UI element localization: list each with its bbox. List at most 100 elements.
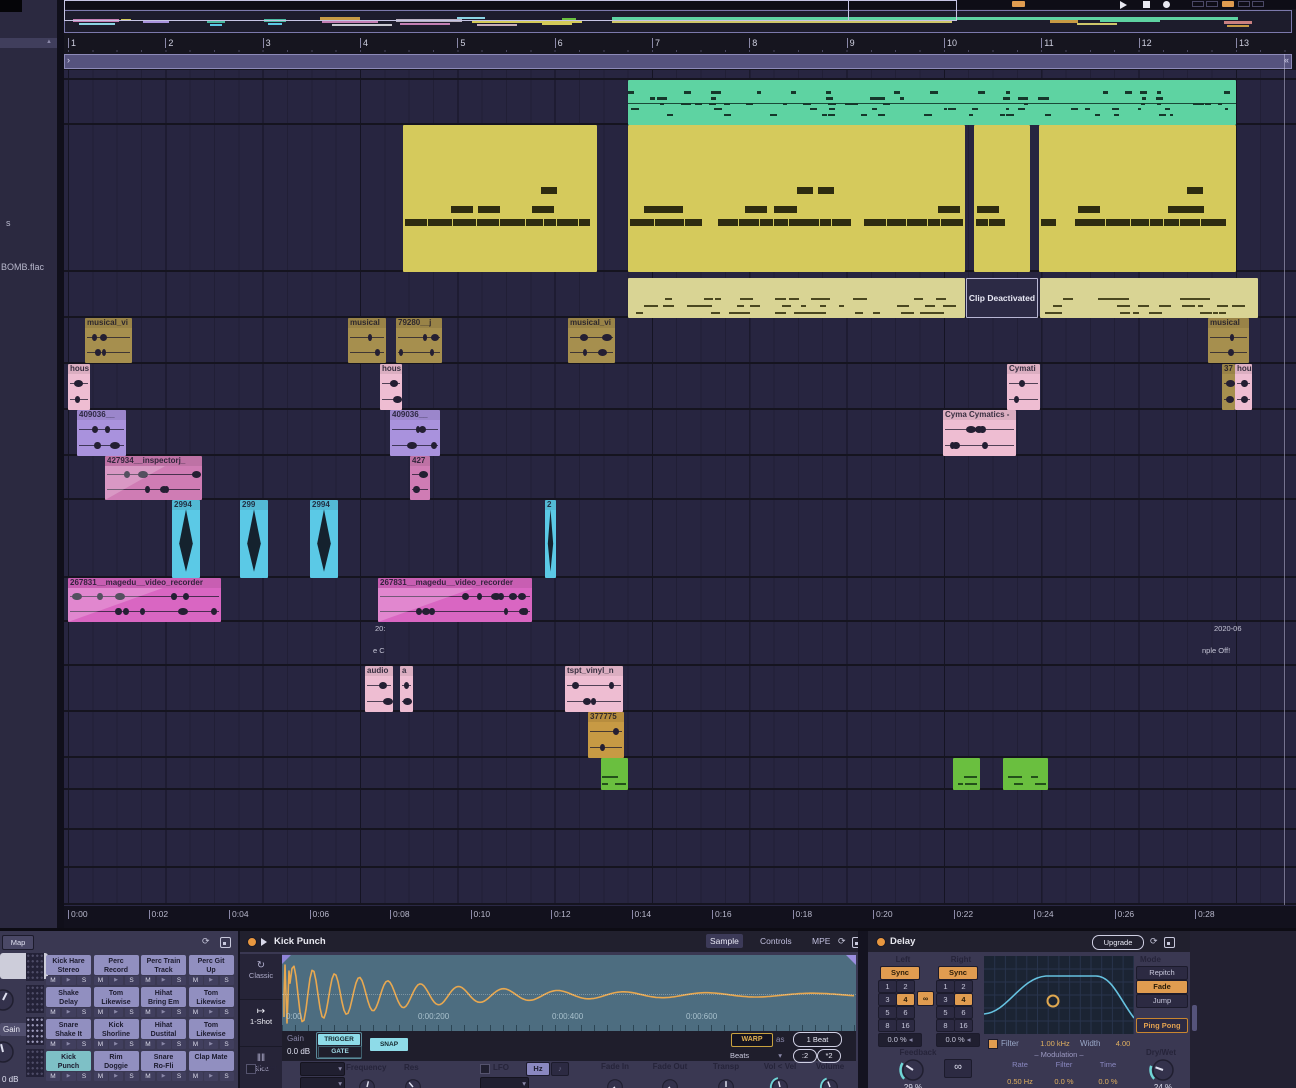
double-tempo-button[interactable]: *2 xyxy=(817,1049,841,1063)
filter-checkbox[interactable] xyxy=(246,1064,256,1074)
pad-mute-button[interactable]: M xyxy=(141,1040,155,1049)
drum-pad-kick-shorline[interactable]: KickShorline xyxy=(94,1019,139,1039)
scrub-area[interactable]: ›« xyxy=(64,54,1292,69)
drum-pad-perc-git-up[interactable]: Perc GitUp xyxy=(189,955,234,975)
clip-299[interactable]: 299 xyxy=(240,500,268,578)
sample-end-marker[interactable] xyxy=(846,955,856,965)
right-time-value[interactable]: 0.0 % ◂ xyxy=(936,1033,980,1047)
width-value[interactable]: 4.00 xyxy=(1108,1039,1138,1048)
pad-preview-button[interactable]: ▶ xyxy=(109,1040,123,1049)
left-beat-6[interactable]: 6 xyxy=(896,1006,915,1019)
fold-icon[interactable] xyxy=(261,938,267,946)
mode-repitch[interactable]: Repitch xyxy=(1136,966,1188,980)
warp-mode-dropdown[interactable]: Beats xyxy=(727,1050,784,1062)
pad-solo-button[interactable]: S xyxy=(125,1040,139,1049)
freeze-button[interactable]: ∞ xyxy=(944,1059,972,1078)
clip-427934__inspectorj_[interactable]: 427934__inspectorj_ xyxy=(105,456,202,500)
pad-preview-button[interactable]: ▶ xyxy=(109,1072,123,1081)
loop-end-marker[interactable] xyxy=(1284,54,1285,905)
left-beat-16[interactable]: 16 xyxy=(896,1019,915,1032)
left-beat-4[interactable]: 4 xyxy=(896,993,915,1006)
clip-hous[interactable]: hous xyxy=(380,364,402,410)
pad-solo-button[interactable]: S xyxy=(125,976,139,985)
warp-button[interactable]: WARP xyxy=(731,1033,773,1047)
clip-deactivated[interactable]: Clip Deactivated xyxy=(966,278,1038,318)
pad-solo-button[interactable]: S xyxy=(220,1040,234,1049)
left-beat-2[interactable]: 2 xyxy=(896,980,915,993)
clip-pale[interactable] xyxy=(628,278,965,318)
right-beat-2[interactable]: 2 xyxy=(954,980,973,993)
pad-mute-button[interactable]: M xyxy=(94,1040,108,1049)
right-beat-4[interactable]: 4 xyxy=(954,993,973,1006)
mod-value-time[interactable]: 0.0 % xyxy=(1088,1077,1128,1086)
filter-freq-value[interactable]: 1.00 kHz xyxy=(1034,1039,1076,1048)
pad-preview-button[interactable]: ▶ xyxy=(62,1072,76,1081)
clip-409036__[interactable]: 409036__ xyxy=(390,410,440,456)
pad-mute-button[interactable]: M xyxy=(189,1072,203,1081)
device-on-led[interactable] xyxy=(876,937,886,947)
drum-pad-clap-mate[interactable]: Clap Mate xyxy=(189,1051,234,1071)
clip-409036__[interactable]: 409036__ xyxy=(77,410,126,456)
pad-preview-button[interactable]: ▶ xyxy=(109,1008,123,1017)
pad-preview-button[interactable]: ▶ xyxy=(62,976,76,985)
delay-header[interactable]: Delay Upgrade ⟳ xyxy=(868,931,1190,952)
tab-sample[interactable]: Sample xyxy=(706,934,743,948)
lfo-checkbox[interactable] xyxy=(480,1064,490,1074)
pad-mute-button[interactable]: M xyxy=(94,976,108,985)
mode-classic[interactable]: ↻ Classic xyxy=(240,954,282,1000)
mode-one-shot[interactable]: ↦ 1-Shot xyxy=(240,1000,282,1047)
pad-bank-selector-active[interactable] xyxy=(26,1017,44,1045)
collapse-triangle-icon[interactable]: ▲ xyxy=(46,39,52,45)
pad-preview-button[interactable]: ▶ xyxy=(204,1008,218,1017)
overview-viewport[interactable] xyxy=(64,0,849,21)
frequency-knob[interactable] xyxy=(356,1076,378,1088)
browser-item[interactable]: BOMB.flac xyxy=(1,262,44,272)
loop-button[interactable] xyxy=(1192,1,1204,7)
pad-bank-selector[interactable] xyxy=(26,985,44,1013)
right-beat-6[interactable]: 6 xyxy=(954,1006,973,1019)
clip-267831__magedu__video_recorder[interactable]: 267831__magedu__video_recorder xyxy=(378,578,532,622)
clip-Cymati[interactable]: Cymati xyxy=(1007,364,1040,410)
pad-solo-button[interactable]: S xyxy=(125,1008,139,1017)
pad-solo-button[interactable]: S xyxy=(77,1040,91,1049)
clip-hou[interactable]: hou xyxy=(1235,364,1252,410)
key-map-button[interactable] xyxy=(1238,1,1250,7)
clip-tspt_vinyl_n[interactable]: tspt_vinyl_n xyxy=(565,666,623,712)
clip-377775[interactable]: 377775 xyxy=(588,712,624,758)
left-beat-8[interactable]: 8 xyxy=(878,1019,897,1032)
overview-loop-box[interactable] xyxy=(848,0,957,21)
pad-mute-button[interactable]: M xyxy=(46,976,60,985)
panel-divider[interactable] xyxy=(57,0,64,928)
pad-mute-button[interactable]: M xyxy=(46,1040,60,1049)
lfo-hz-button[interactable]: Hz xyxy=(526,1062,550,1076)
device-on-led[interactable] xyxy=(247,937,257,947)
drum-pad-hihat-bring-em[interactable]: HihatBring Em xyxy=(141,987,186,1007)
pad-mute-button[interactable]: M xyxy=(189,1040,203,1049)
scrollbar-thumb[interactable] xyxy=(1192,1005,1197,1031)
lfo-shape-dropdown[interactable] xyxy=(480,1077,529,1088)
pad-solo-button[interactable]: S xyxy=(220,1008,234,1017)
drum-pad-kick-hare-stereo[interactable]: Kick HareStereo xyxy=(46,955,91,975)
trigger-button[interactable]: TRIGGER xyxy=(318,1034,360,1045)
draw-mode-button[interactable] xyxy=(1222,1,1234,7)
stereo-link-button[interactable]: ∞ xyxy=(917,991,934,1006)
pad-mute-button[interactable]: M xyxy=(141,1008,155,1017)
clip-smallgreen[interactable] xyxy=(601,758,628,790)
pad-preview-button[interactable]: ▶ xyxy=(157,976,171,985)
pad-preview-button[interactable]: ▶ xyxy=(204,1072,218,1081)
filter-type-dropdown[interactable] xyxy=(300,1062,345,1076)
clip-a[interactable]: a xyxy=(400,666,413,712)
stop-icon[interactable] xyxy=(1143,1,1150,8)
pad-button[interactable] xyxy=(1012,1,1025,7)
clip-Cyma Cymatics -[interactable]: Cyma Cymatics - xyxy=(943,410,1016,456)
pad-mute-button[interactable]: M xyxy=(189,1008,203,1017)
mod-value-rate[interactable]: 0.50 Hz xyxy=(1000,1077,1040,1086)
pad-solo-button[interactable]: S xyxy=(172,1040,186,1049)
pad-mute-button[interactable]: M xyxy=(46,1008,60,1017)
clip-yellow[interactable] xyxy=(974,125,1030,272)
pad-bank-selector[interactable] xyxy=(26,953,44,981)
drum-pad-perc-train-track[interactable]: Perc TrainTrack xyxy=(141,955,186,975)
left-time-value[interactable]: 0.0 % ◂ xyxy=(878,1033,922,1047)
pad-solo-button[interactable]: S xyxy=(172,1008,186,1017)
drum-pad-snare-shake-it[interactable]: SnareShake It xyxy=(46,1019,91,1039)
